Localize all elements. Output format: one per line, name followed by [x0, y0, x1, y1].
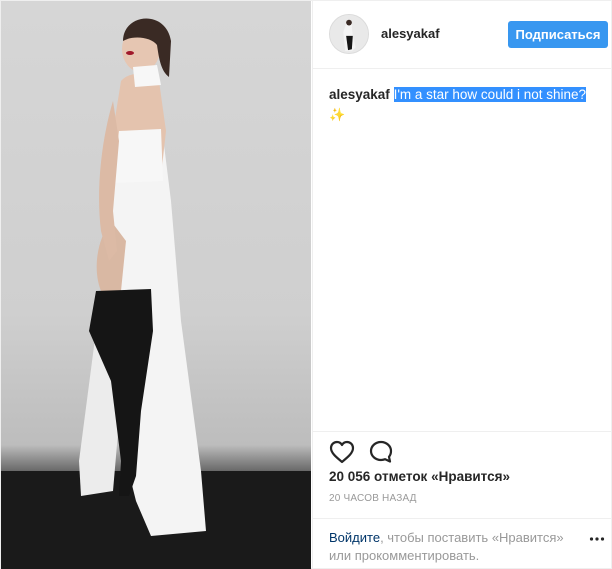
follow-button[interactable]: Подписаться: [508, 21, 608, 48]
login-link[interactable]: Войдите: [329, 530, 380, 545]
heart-icon[interactable]: [329, 440, 355, 464]
post-header: alesyakaf Подписаться: [313, 1, 612, 69]
sparkles-emoji: ✨: [329, 107, 346, 122]
comment-icon[interactable]: [368, 439, 394, 465]
author-username[interactable]: alesyakaf: [381, 26, 440, 41]
avatar[interactable]: [329, 14, 369, 54]
caption-text: I'm a star how could i not shine?: [393, 87, 587, 102]
caption-username[interactable]: alesyakaf: [329, 87, 390, 102]
post-side-panel: alesyakaf Подписаться alesyakaf I'm a st…: [312, 1, 612, 569]
login-prompt: Войдите, чтобы поставить «Нравится» или …: [313, 518, 612, 569]
more-options-icon[interactable]: [589, 531, 605, 547]
instagram-post: alesyakaf Подписаться alesyakaf I'm a st…: [0, 0, 612, 569]
post-caption: alesyakaf I'm a star how could i not shi…: [329, 85, 601, 124]
post-actions: [313, 431, 612, 471]
login-prompt-text: Войдите, чтобы поставить «Нравится» или …: [329, 529, 579, 565]
likes-count[interactable]: 20 056 отметок «Нравится»: [329, 469, 510, 484]
post-timestamp[interactable]: 20 ЧАСОВ НАЗАД: [329, 493, 417, 504]
post-photo[interactable]: [1, 1, 311, 569]
